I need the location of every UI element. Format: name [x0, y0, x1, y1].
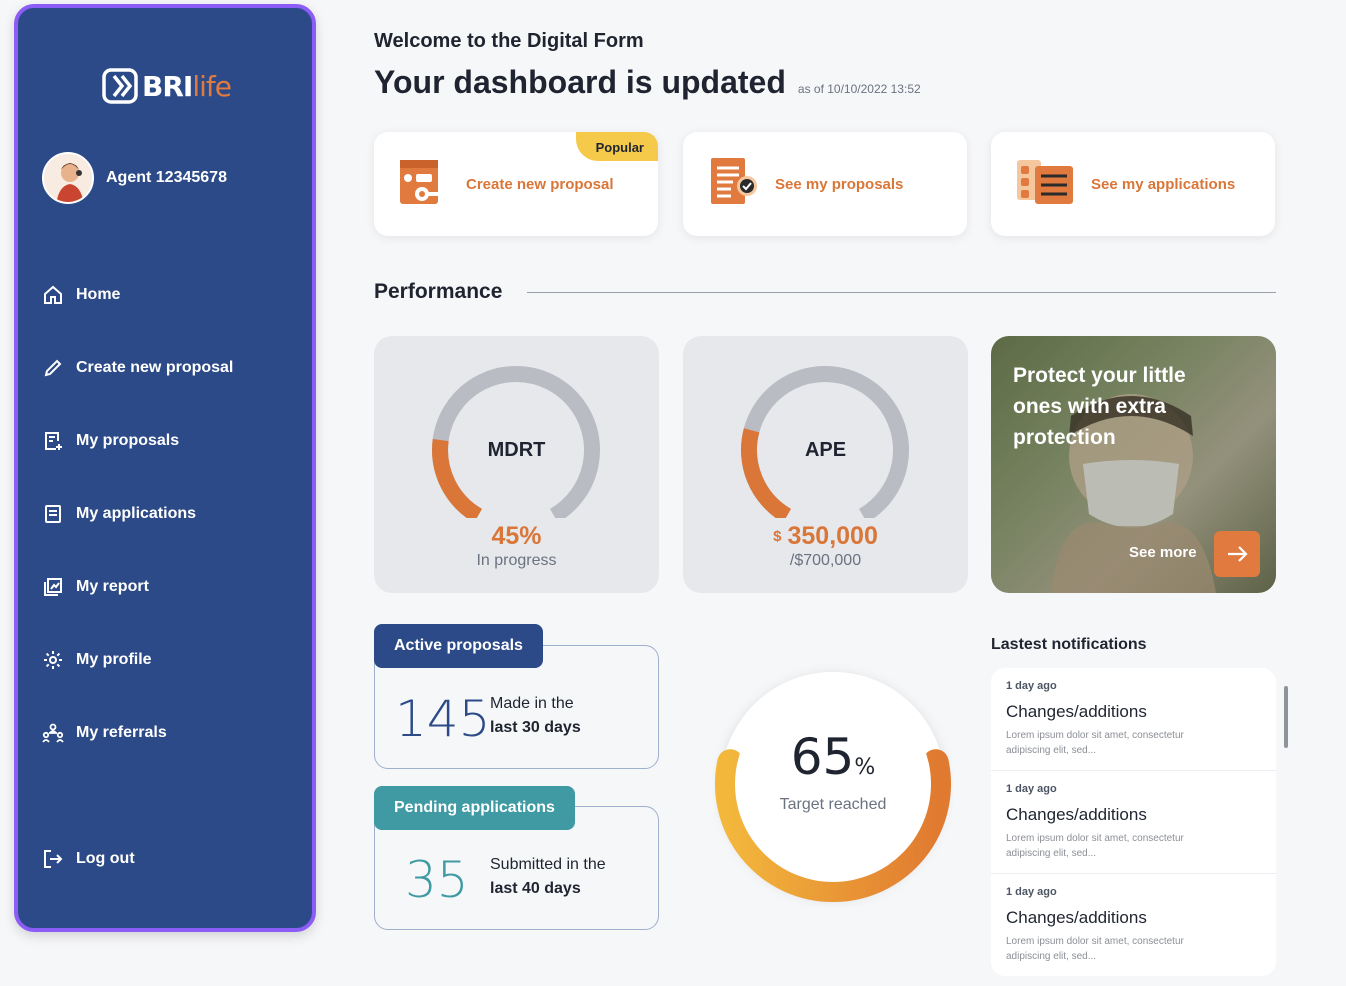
avatar [42, 152, 94, 204]
page-header: Your dashboard is updated as of 10/10/20… [374, 64, 921, 101]
arrow-right-icon [1228, 546, 1248, 562]
welcome-text: Welcome to the Digital Form [374, 30, 644, 52]
gauge-title: APE [804, 439, 847, 461]
sidebar-item-label: My referrals [76, 724, 167, 741]
people-icon [42, 722, 64, 744]
notification-item[interactable]: 1 day ago Changes/additions Lorem ipsum … [991, 668, 1276, 771]
notification-body: Lorem ipsum dolor sit amet, consectetur … [1006, 936, 1184, 962]
sidebar-item-home[interactable]: Home [42, 280, 233, 310]
checked-document-icon [707, 156, 759, 213]
sidebar-item-my-proposals[interactable]: My proposals [42, 426, 233, 456]
page-title: Your dashboard is updated [374, 64, 786, 100]
home-icon [42, 284, 64, 306]
notification-time: 1 day ago [1006, 783, 1057, 795]
notifications-title: Lastest notifications [991, 636, 1147, 653]
see-applications-card[interactable]: See my applications [991, 132, 1275, 236]
target-unit: % [854, 755, 876, 780]
sidebar-item-create-proposal[interactable]: Create new proposal [42, 353, 233, 383]
notification-title: Changes/additions [1006, 702, 1147, 721]
popular-badge: Popular [575, 132, 658, 161]
ape-gauge [741, 366, 909, 518]
sidebar-item-label: My applications [76, 505, 197, 522]
brand-name-secondary: life [192, 69, 232, 103]
see-proposals-card[interactable]: See my proposals [683, 132, 967, 236]
sidebar-item-label: My profile [76, 651, 152, 668]
stat-number: 35 [405, 851, 469, 909]
last-updated: as of 10/10/2022 13:52 [797, 82, 921, 96]
document-add-icon [42, 430, 64, 452]
application-list-icon [1015, 156, 1075, 213]
gear-icon [42, 649, 64, 671]
stat-line1: Submitted in the [490, 856, 606, 873]
notification-item[interactable]: 1 day ago Changes/additions Lorem ipsum … [991, 771, 1276, 874]
action-label: See my applications [1091, 175, 1236, 193]
bri-logo-icon [102, 68, 138, 104]
target-value: 65% [713, 728, 953, 786]
sidebar-item-label: Create new proposal [76, 359, 234, 376]
agent-name: Agent 12345678 [106, 169, 227, 186]
proposal-machine-icon [398, 156, 450, 213]
sidebar-item-my-applications[interactable]: My applications [42, 499, 233, 529]
notification-time: 1 day ago [1006, 886, 1057, 898]
notification-title: Changes/additions [1006, 805, 1147, 824]
chart-icon [42, 576, 64, 598]
stat-description: Submitted in the last 40 days [490, 853, 606, 901]
notification-title: Changes/additions [1006, 908, 1147, 927]
stat-line1: Made in the [490, 695, 574, 712]
action-label: See my proposals [775, 175, 904, 193]
mdrt-card[interactable]: MDRT 45% In progress [374, 336, 659, 593]
agent-profile[interactable]: Agent 12345678 [42, 152, 227, 204]
logout-icon [42, 848, 64, 870]
promo-text: Protect your little ones with extra prot… [1013, 364, 1186, 449]
notifications-list[interactable]: 1 day ago Changes/additions Lorem ipsum … [991, 668, 1276, 976]
brand-logo[interactable]: BRIlife [102, 68, 232, 104]
sidebar-item-my-profile[interactable]: My profile [42, 645, 233, 675]
notification-body: Lorem ipsum dolor sit amet, consectetur … [1006, 730, 1184, 756]
stat-line2: last 30 days [490, 719, 581, 736]
stat-description: Made in the last 30 days [490, 692, 581, 740]
document-icon [42, 503, 64, 525]
sidebar-item-label: Home [76, 286, 121, 303]
notification-body: Lorem ipsum dolor sit amet, consectetur … [1006, 833, 1184, 859]
currency-symbol: $ [773, 528, 782, 545]
performance-title: Performance [374, 280, 503, 303]
logout-label: Log out [76, 850, 135, 867]
sidebar-item-my-report[interactable]: My report [42, 572, 233, 602]
pencil-icon [42, 357, 64, 379]
divider [527, 292, 1276, 293]
action-label: Create new proposal [466, 175, 614, 193]
sidebar-item-label: My proposals [76, 432, 180, 449]
notification-item[interactable]: 1 day ago Changes/additions Lorem ipsum … [991, 874, 1276, 976]
sidebar-item-label: My report [76, 578, 149, 595]
gauge-value: $350,000 [683, 522, 968, 551]
sidebar-item-my-referrals[interactable]: My referrals [42, 718, 233, 748]
logout-button[interactable]: Log out [42, 844, 135, 874]
gauge-subtitle: /$700,000 [789, 552, 862, 569]
sidebar-nav: Home Create new proposal My proposals My… [42, 280, 233, 791]
notification-time: 1 day ago [1006, 680, 1057, 692]
target-number: 65 [790, 728, 855, 786]
active-proposals-tab[interactable]: Active proposals [374, 624, 543, 668]
promo-banner[interactable]: Protect your little ones with extra prot… [991, 336, 1276, 593]
see-more-button[interactable] [1214, 531, 1260, 577]
create-proposal-card[interactable]: Create new proposal Popular [374, 132, 658, 236]
see-more-link[interactable]: See more [1129, 544, 1197, 561]
brand-name-primary: BRI [142, 69, 193, 103]
stat-line2: last 40 days [490, 880, 581, 897]
mdrt-gauge [432, 366, 600, 518]
ape-card[interactable]: APE $350,000 /$700,000 [683, 336, 968, 593]
gauge-subtitle: In progress [476, 552, 557, 569]
ape-amount: 350,000 [787, 522, 878, 550]
pending-applications-tab[interactable]: Pending applications [374, 786, 575, 830]
gauge-title: MDRT [487, 439, 546, 461]
gauge-value: 45% [491, 522, 542, 550]
notifications-scrollbar[interactable] [1284, 686, 1288, 748]
sidebar: BRIlife Agent 12345678 Home Create new p… [14, 4, 316, 932]
target-label: Target reached [779, 796, 887, 813]
stat-number: 145 [395, 690, 491, 748]
